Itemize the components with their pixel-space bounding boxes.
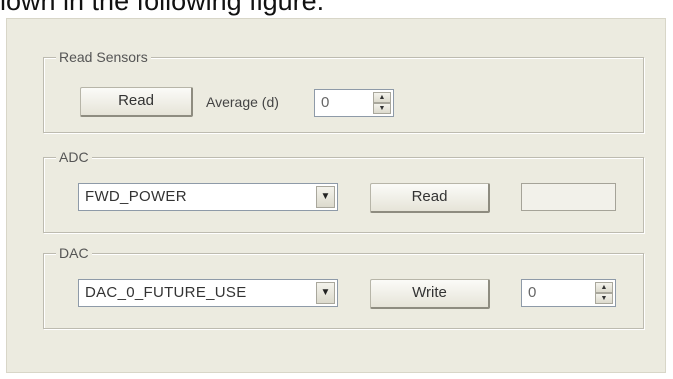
dac-group-label: DAC: [56, 244, 92, 262]
chevron-down-icon[interactable]: ▼: [316, 282, 335, 304]
read-sensors-group: Read Sensors Read Average (d) 0 ▲ ▼: [43, 48, 644, 133]
arrow-up-icon[interactable]: ▲: [373, 92, 391, 103]
dac-channel-value: DAC_0_FUTURE_USE: [85, 284, 247, 301]
dac-channel-select[interactable]: DAC_0_FUTURE_USE ▼: [78, 279, 338, 307]
average-value: 0: [321, 94, 330, 111]
dac-spin-buttons: ▲ ▼: [595, 282, 613, 304]
dac-group: DAC DAC_0_FUTURE_USE ▼ Write 0 ▲ ▼: [43, 244, 644, 329]
average-label: Average (d): [206, 94, 279, 110]
sensor-control-dialog: Read Sensors Read Average (d) 0 ▲ ▼ ADC …: [6, 18, 666, 373]
arrow-down-icon[interactable]: ▼: [373, 103, 391, 114]
average-spinbox[interactable]: 0 ▲ ▼: [314, 89, 394, 117]
average-spin-buttons: ▲ ▼: [373, 92, 391, 114]
dac-value: 0: [528, 284, 537, 301]
arrow-down-icon[interactable]: ▼: [595, 293, 613, 304]
read-sensors-read-button[interactable]: Read: [80, 87, 193, 117]
dac-write-button[interactable]: Write: [370, 279, 490, 309]
adc-group-label: ADC: [56, 148, 92, 166]
chevron-down-icon[interactable]: ▼: [316, 186, 335, 208]
adc-read-button[interactable]: Read: [370, 183, 490, 213]
adc-result-field: [521, 183, 616, 211]
adc-channel-select[interactable]: FWD_POWER ▼: [78, 183, 338, 211]
document-caption: lown in the following figure.: [0, 0, 325, 16]
adc-channel-value: FWD_POWER: [85, 188, 187, 205]
dac-value-spinbox[interactable]: 0 ▲ ▼: [521, 279, 616, 307]
arrow-up-icon[interactable]: ▲: [595, 282, 613, 293]
adc-group: ADC FWD_POWER ▼ Read: [43, 148, 644, 233]
read-sensors-group-label: Read Sensors: [56, 48, 151, 66]
